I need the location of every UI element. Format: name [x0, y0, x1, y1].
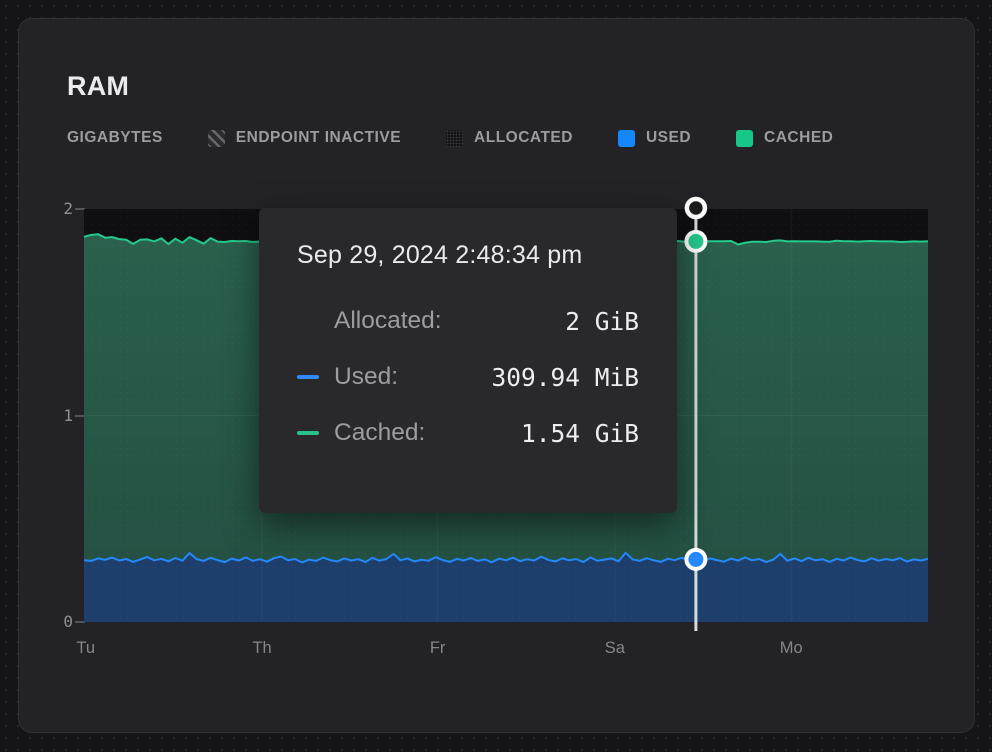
cached-marker-icon: [686, 232, 705, 251]
y-axis-tick-label: 1: [39, 406, 73, 426]
tooltip-timestamp: Sep 29, 2024 2:48:34 pm: [297, 241, 639, 270]
tooltip-row-cached: Cached: 1.54 GiB: [297, 417, 639, 449]
tooltip-value: 309.94 MiB: [491, 363, 639, 392]
x-axis-tick-label: Fr: [430, 638, 446, 658]
tooltip-label: Allocated:: [334, 307, 442, 335]
cached-dash-icon: [297, 431, 319, 436]
tooltip-value: 2 GiB: [565, 307, 639, 336]
y-axis-tick-label: 2: [39, 199, 73, 219]
y-axis-tick-label: 0: [39, 612, 73, 632]
ram-metrics-card: RAM GIGABYTES ENDPOINT INACTIVE ALLOCATE…: [18, 18, 975, 733]
legend-label: USED: [646, 129, 691, 147]
hatch-swatch-icon: [208, 130, 225, 147]
tooltip-row-allocated: Allocated: 2 GiB: [297, 305, 639, 337]
page-title: RAM: [67, 71, 129, 102]
x-axis-tick-label: Mo: [780, 638, 803, 658]
tooltip-row-used: Used: 309.94 MiB: [297, 361, 639, 393]
legend-item-cached[interactable]: CACHED: [736, 129, 833, 147]
used-dash-icon: [297, 375, 319, 380]
legend-label: ENDPOINT INACTIVE: [236, 129, 401, 147]
x-axis-tick-label: Sa: [605, 638, 625, 658]
legend-label: CACHED: [764, 129, 833, 147]
tooltip-value: 1.54 GiB: [521, 419, 639, 448]
legend-label: ALLOCATED: [474, 129, 573, 147]
dashboard-background: RAM GIGABYTES ENDPOINT INACTIVE ALLOCATE…: [0, 0, 992, 752]
x-axis-tick-label: Tu: [76, 638, 95, 658]
used-marker-icon: [686, 550, 705, 569]
tooltip-label: Cached:: [334, 419, 425, 447]
allocated-marker-icon: [687, 199, 705, 217]
chart-tooltip: Sep 29, 2024 2:48:34 pm Allocated: 2 GiB…: [259, 208, 677, 513]
legend-item-used[interactable]: USED: [618, 129, 691, 147]
legend-item-endpoint-inactive[interactable]: ENDPOINT INACTIVE: [208, 129, 401, 147]
allocated-swatch-icon: [446, 130, 463, 147]
y-axis-unit-label: GIGABYTES: [67, 129, 163, 147]
used-swatch-icon: [618, 130, 635, 147]
tooltip-label: Used:: [334, 363, 398, 391]
legend-item-allocated[interactable]: ALLOCATED: [446, 129, 573, 147]
x-axis-tick-label: Th: [252, 638, 271, 658]
cached-swatch-icon: [736, 130, 753, 147]
chart-legend: GIGABYTES ENDPOINT INACTIVE ALLOCATED US…: [67, 127, 833, 149]
